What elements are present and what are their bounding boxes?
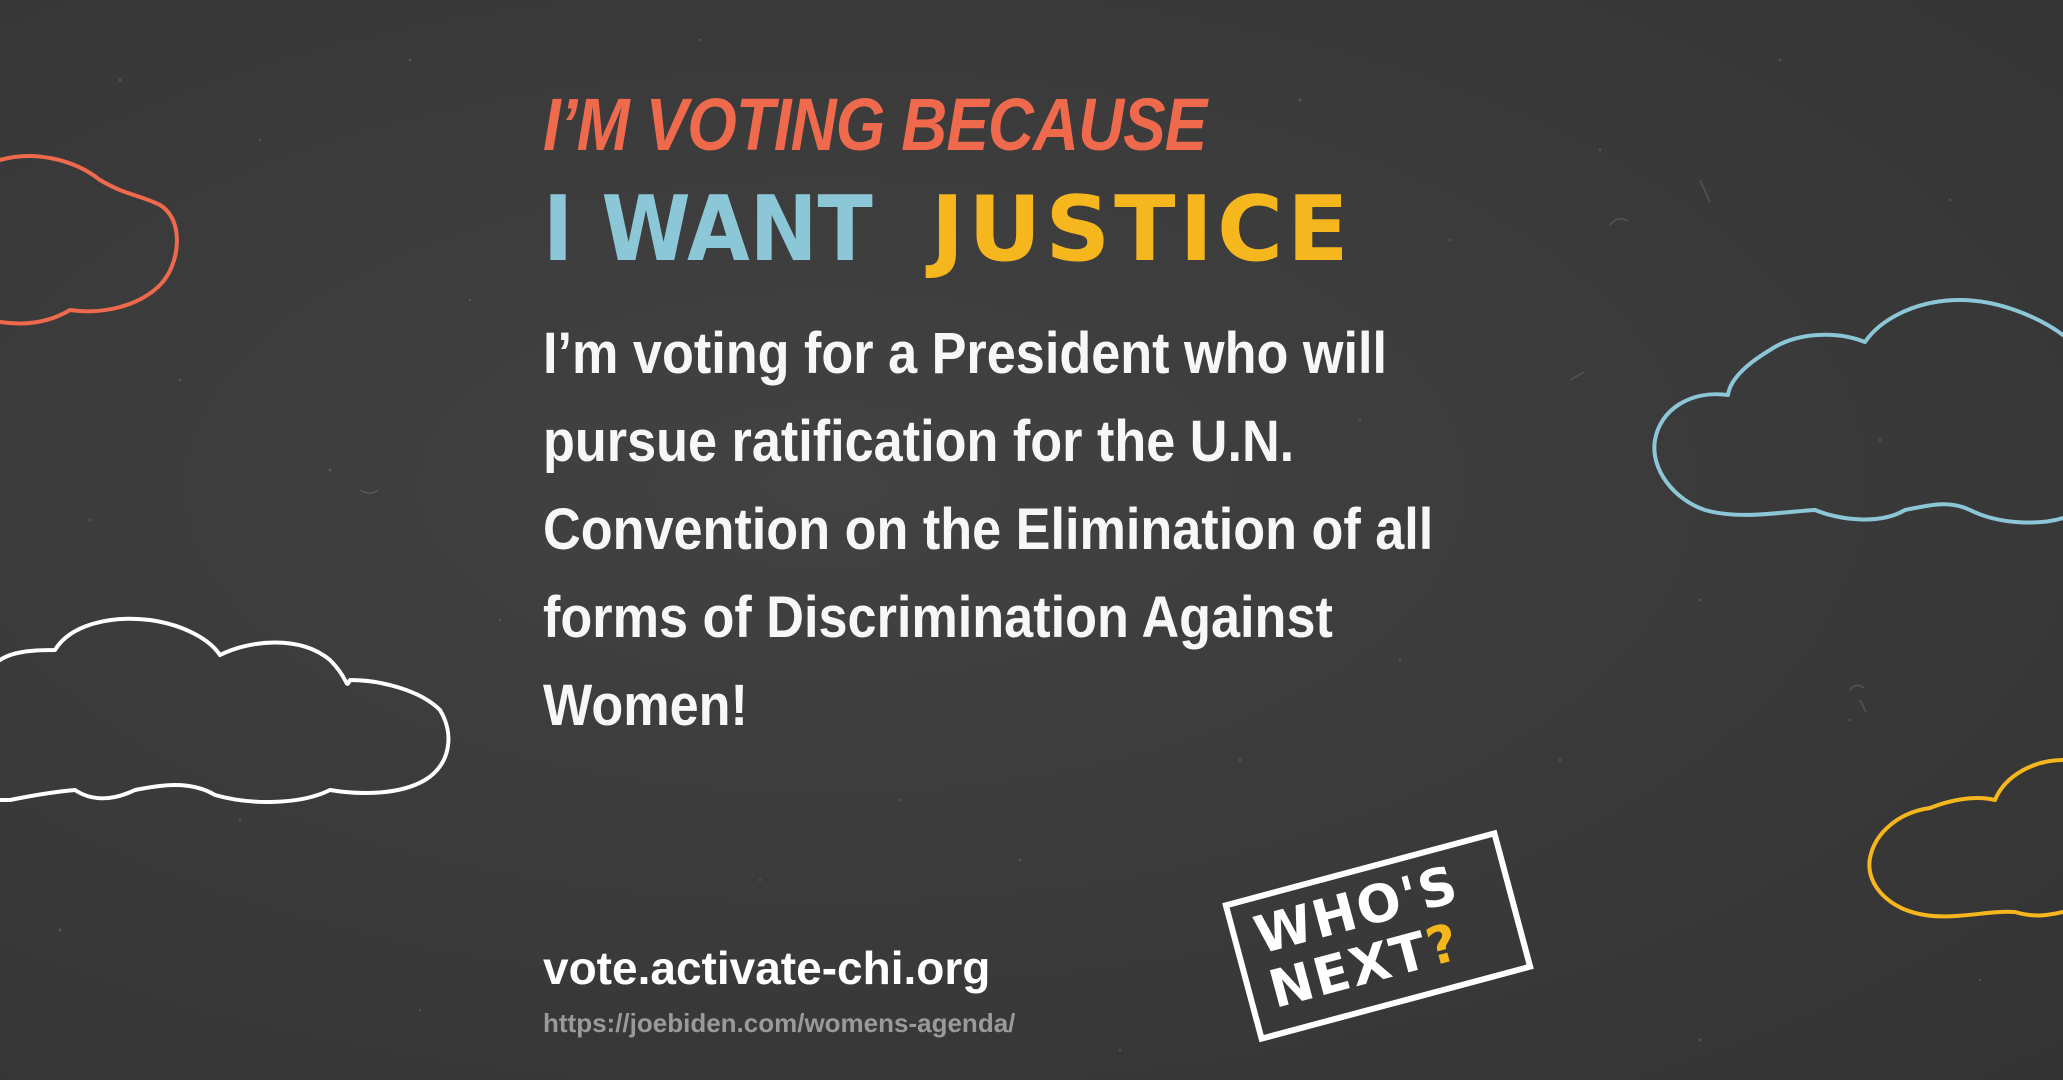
body-text: I’m voting for a President who will purs…	[543, 321, 1434, 738]
source-link[interactable]: https://joebiden.com/womens-agenda/	[543, 1006, 1015, 1040]
cloud-outline-white	[0, 616, 451, 804]
cloud-outline-orange	[0, 154, 179, 326]
poster-canvas: I’M VOTING BECAUSE I WANT JUSTICE I’m vo…	[0, 0, 2063, 1080]
main-message: I’M VOTING BECAUSE I WANT JUSTICE I’m vo…	[543, 80, 1543, 750]
cloud-outline-yellow	[1867, 758, 2063, 919]
headline-part-want: I WANT	[543, 177, 873, 282]
headline-part-justice: JUSTICE	[930, 177, 1353, 282]
site-link[interactable]: vote.activate-chi.org	[543, 940, 990, 996]
kicker-heading: I’M VOTING BECAUSE	[543, 83, 1207, 166]
headline: I WANT JUSTICE	[543, 180, 1543, 280]
cloud-outline-blue	[1652, 298, 2063, 525]
